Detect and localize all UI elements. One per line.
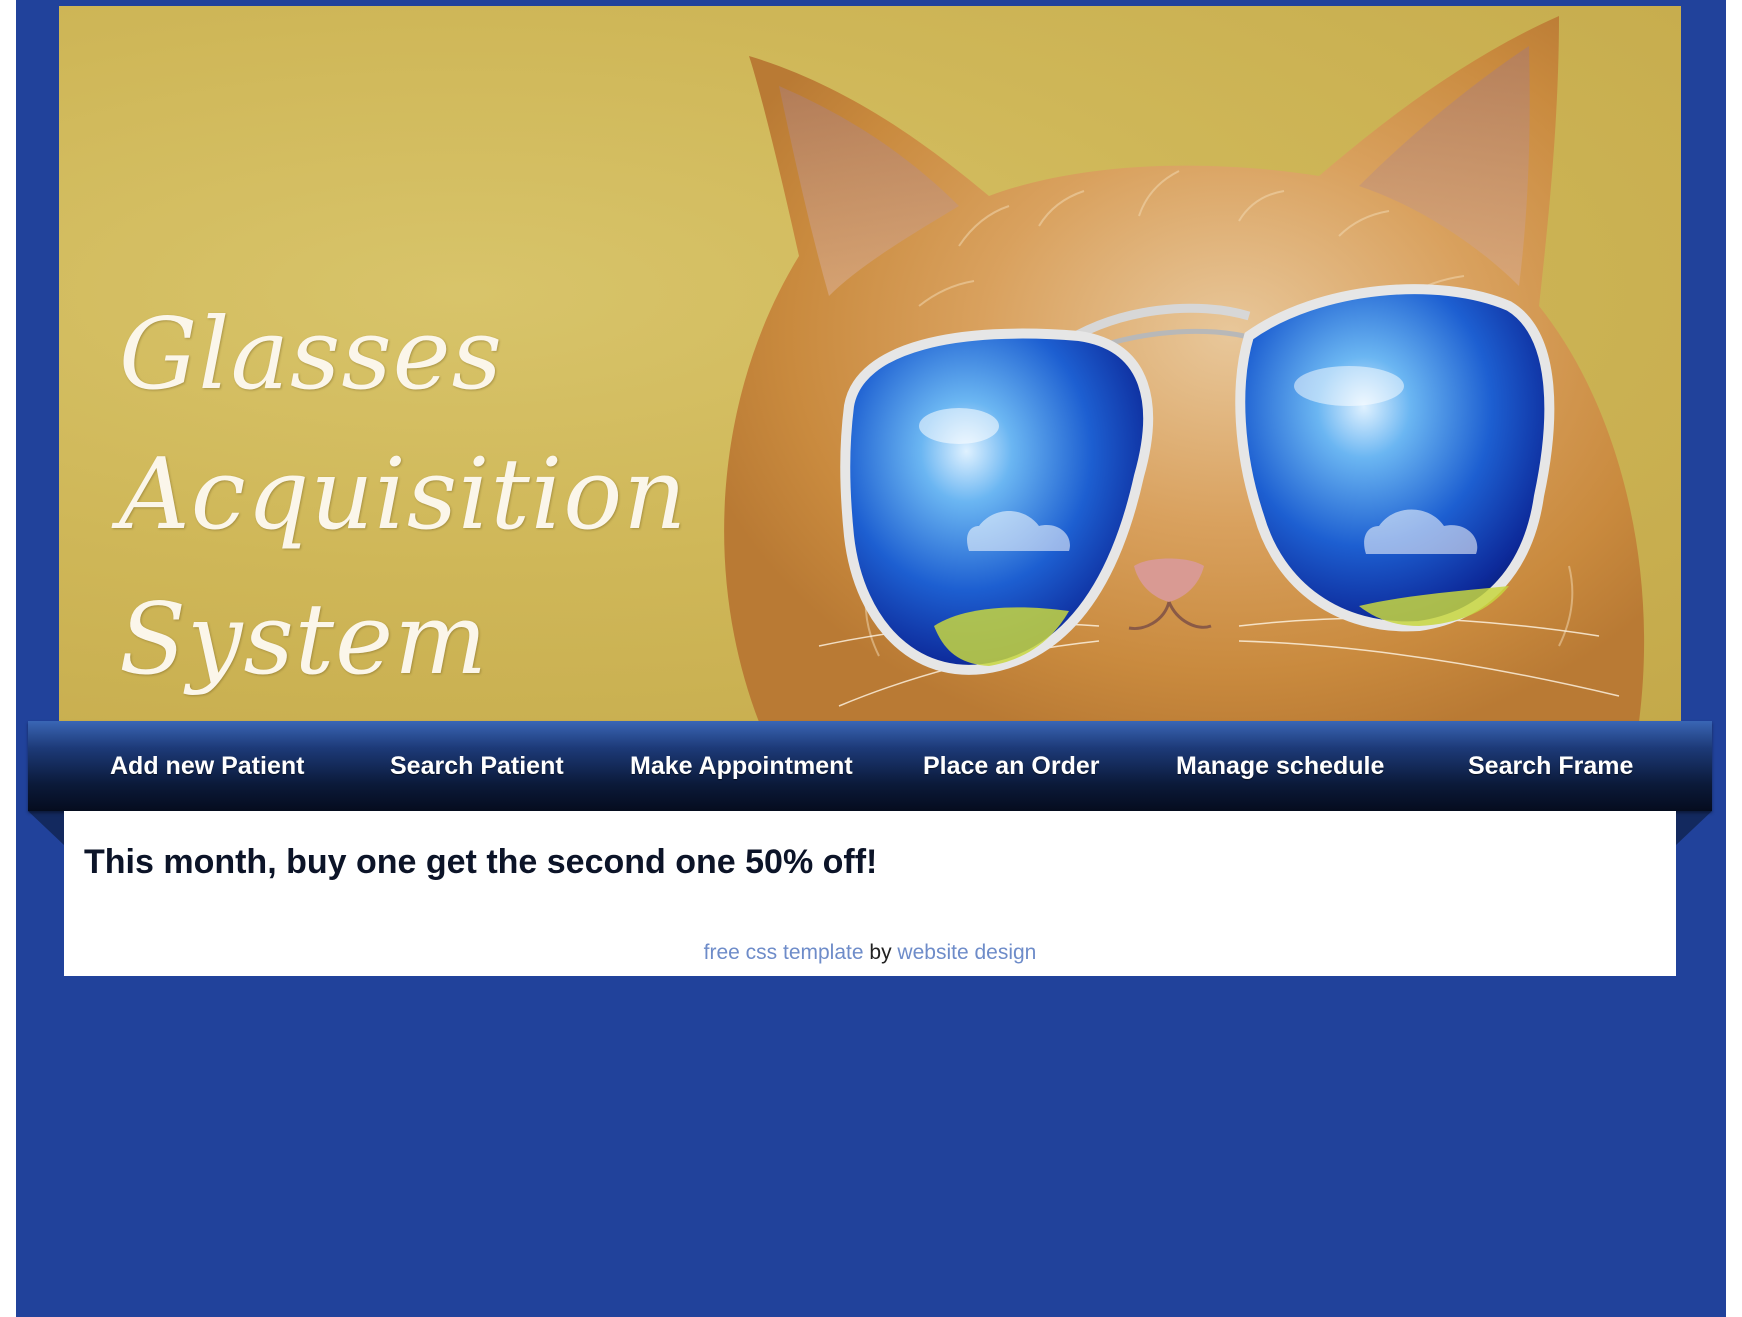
promo-heading: This month, buy one get the second one 5… bbox=[84, 843, 878, 881]
footer-link-website-design[interactable]: website design bbox=[897, 941, 1036, 964]
nav-add-new-patient[interactable]: Add new Patient bbox=[110, 721, 304, 811]
footer-link-free-css-template[interactable]: free css template bbox=[704, 941, 864, 964]
footer-by-text: by bbox=[869, 941, 892, 964]
site-title-line-3: System bbox=[119, 583, 489, 697]
page-background: Glasses Acquisition System Add new Patie… bbox=[16, 0, 1726, 1317]
nav-place-an-order[interactable]: Place an Order bbox=[923, 721, 1099, 811]
footer: free css template by website design bbox=[64, 941, 1676, 965]
nav-ribbon-fold-right bbox=[1676, 811, 1712, 845]
nav-ribbon-fold-left bbox=[28, 811, 64, 845]
nav-manage-schedule[interactable]: Manage schedule bbox=[1176, 721, 1384, 811]
header-banner: Glasses Acquisition System bbox=[59, 6, 1681, 722]
nav-search-patient[interactable]: Search Patient bbox=[390, 721, 564, 811]
main-nav-bar: Add new Patient Search Patient Make Appo… bbox=[28, 721, 1712, 811]
site-title-line-2: Acquisition bbox=[119, 438, 688, 552]
site-title-line-1: Glasses bbox=[119, 298, 503, 412]
nav-make-appointment[interactable]: Make Appointment bbox=[630, 721, 853, 811]
nav-search-frame[interactable]: Search Frame bbox=[1468, 721, 1633, 811]
content-panel: This month, buy one get the second one 5… bbox=[64, 811, 1676, 976]
